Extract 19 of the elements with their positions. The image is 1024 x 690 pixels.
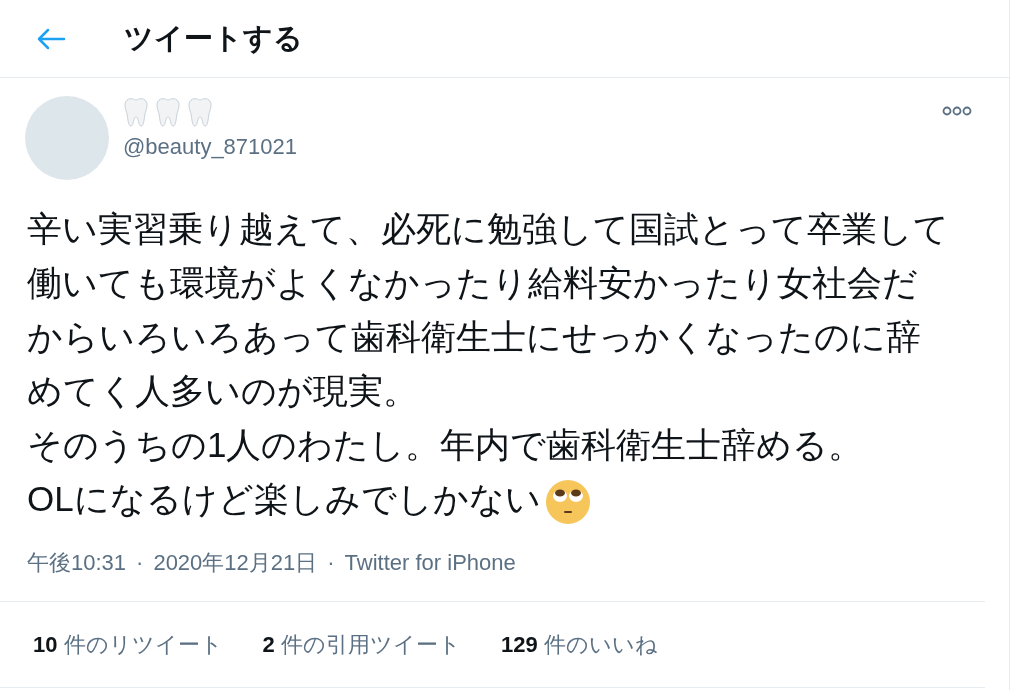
user-handle[interactable]: @beauty_871021	[123, 130, 298, 163]
tweet-stat-link[interactable]: 129 件のいいね	[501, 628, 658, 661]
tooth-icon	[187, 97, 213, 127]
tweet-time: 午後10:31	[27, 549, 127, 577]
tweet-text: 辛い実習乗り越えて、必死に勉強して国試とって卒業して働いても環境がよくなかったり給料安かったり女社会だからいろいろあって歯科衛生士にせっかくなったのに辞めてく人多いのが現実。	[27, 208, 950, 412]
more-options-icon[interactable]	[942, 106, 972, 116]
tweet-text: そのうちの1人のわたし。年内で歯科衛生士辞める。	[27, 424, 865, 466]
tweet-text: OLになるけど楽しみでしかない	[27, 472, 953, 526]
tweet-source-link[interactable]: Twitter for iPhone	[344, 546, 516, 579]
separator-dot: ·	[136, 549, 144, 577]
tweet-stat-link[interactable]: 10 件のリツイート	[33, 628, 223, 661]
tweet-stat-link[interactable]: 2 件の引用ツイート	[262, 628, 461, 661]
tooth-icon	[155, 97, 181, 127]
page-title: ツイートする	[124, 20, 303, 56]
back-arrow-icon[interactable]	[36, 27, 66, 50]
tweet-date: 2020年12月21日	[153, 549, 318, 577]
separator-dot: ·	[327, 549, 335, 577]
eye-roll-face-icon	[544, 478, 591, 525]
tooth-icon	[123, 97, 149, 127]
